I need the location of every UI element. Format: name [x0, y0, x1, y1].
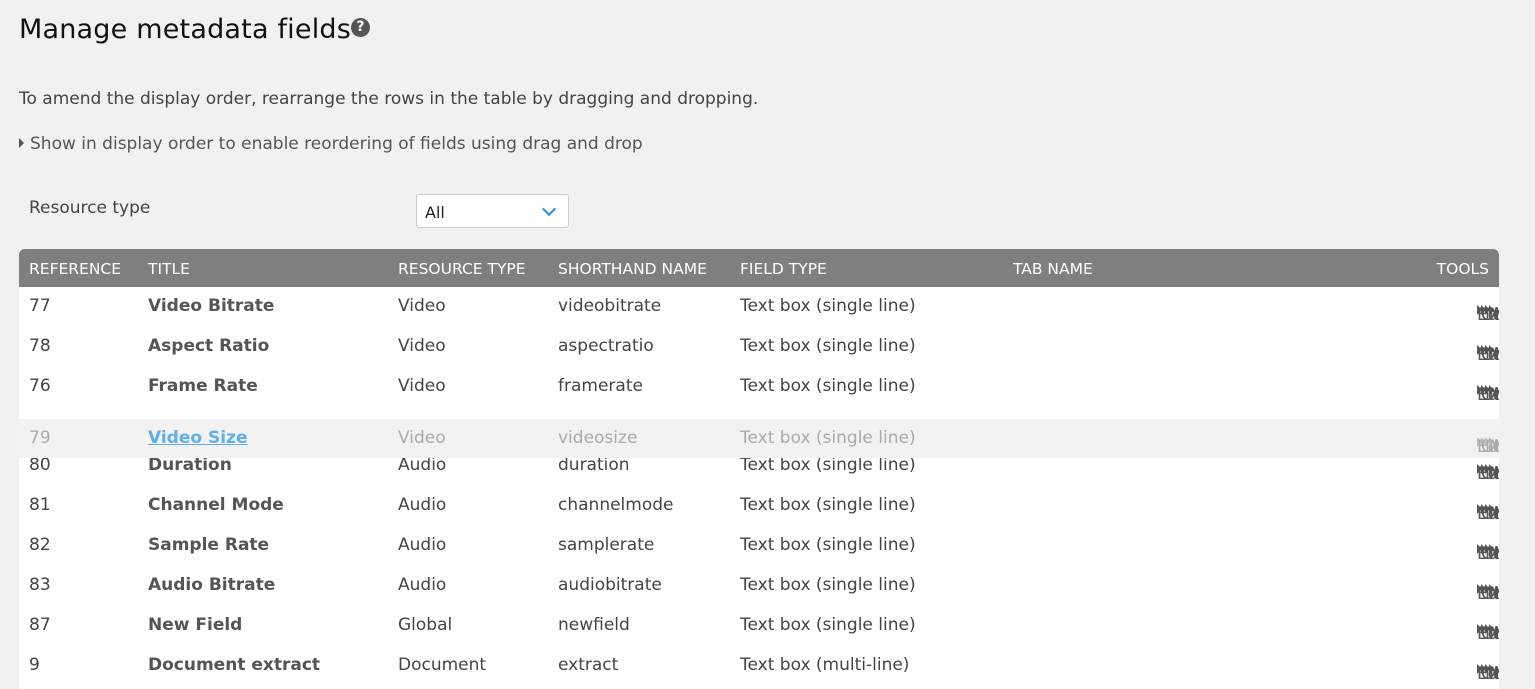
cell-tools: EditCopyMove upMove down	[1473, 615, 1499, 644]
table-row[interactable]: 9 Document extract Document extract Text…	[19, 646, 1499, 686]
cell-reference: 82	[29, 535, 51, 555]
tool-label: Move down	[1489, 664, 1499, 684]
cell-reference: 87	[29, 615, 51, 635]
cell-title[interactable]: Document extract	[148, 655, 320, 675]
toggle-label: Show in display order to enable reorderi…	[30, 134, 643, 154]
cell-reference: 80	[29, 455, 51, 475]
col-title[interactable]: TITLE	[148, 260, 190, 278]
col-resource-type[interactable]: RESOURCE TYPE	[398, 260, 526, 278]
table-row[interactable]: 77 Video Bitrate Video videobitrate Text…	[19, 287, 1499, 327]
page-title-text: Manage metadata fields	[19, 14, 351, 45]
cell-title[interactable]: Frame Rate	[148, 376, 258, 396]
cell-reference: 79	[29, 428, 51, 448]
cell-title[interactable]: Sample Rate	[148, 535, 269, 555]
table-row[interactable]: 81 Channel Mode Audio channelmode Text b…	[19, 486, 1499, 526]
cell-field-type: Text box (single line)	[740, 376, 916, 396]
cell-field-type: Text box (single line)	[740, 615, 916, 635]
cell-resource-type: Video	[398, 376, 446, 396]
cell-field-type: Text box (single line)	[740, 296, 916, 316]
cell-resource-type: Video	[398, 428, 446, 448]
chevron-down-icon	[541, 201, 557, 217]
cell-reference: 9	[29, 655, 40, 675]
col-tab-name[interactable]: TAB NAME	[1013, 260, 1093, 278]
cell-field-type: Text box (single line)	[740, 575, 916, 595]
cell-field-type: Text box (multi-line)	[740, 655, 910, 675]
cell-resource-type: Video	[398, 336, 446, 356]
cell-tools: EditCopyMove upMove down	[1473, 575, 1499, 604]
table-header: REFERENCE TITLE RESOURCE TYPE SHORTHAND …	[19, 249, 1499, 287]
cell-shorthand: audiobitrate	[558, 575, 662, 595]
cell-tools: EditCopyMove upMove down	[1473, 535, 1499, 564]
cell-shorthand: extract	[558, 655, 619, 675]
tool-label: Move down	[1489, 345, 1499, 365]
tool-label: Move down	[1489, 624, 1499, 644]
cell-tools: EditCopyMove upMove down	[1473, 655, 1499, 684]
col-shorthand-name[interactable]: SHORTHAND NAME	[558, 260, 707, 278]
table-row[interactable]: 87 New Field Global newfield Text box (s…	[19, 606, 1499, 646]
cell-title[interactable]: Aspect Ratio	[148, 336, 269, 356]
cell-field-type: Text box (single line)	[740, 535, 916, 555]
tool-label: Move down	[1489, 504, 1499, 524]
metadata-fields-table: REFERENCE TITLE RESOURCE TYPE SHORTHAND …	[19, 249, 1499, 689]
table-row[interactable]: 76 Frame Rate Video framerate Text box (…	[19, 367, 1499, 407]
cell-shorthand: framerate	[558, 376, 643, 396]
cell-resource-type: Audio	[398, 535, 447, 555]
page-title: Manage metadata fields?	[19, 14, 370, 45]
cell-resource-type: Audio	[398, 495, 447, 515]
cell-shorthand: videobitrate	[558, 296, 662, 316]
tool-label: Move down	[1489, 305, 1499, 325]
cell-shorthand: samplerate	[558, 535, 655, 555]
tool-label: Move down	[1489, 464, 1499, 484]
cell-shorthand: newfield	[558, 615, 630, 635]
tool-label: Move down	[1489, 584, 1499, 604]
tool-label: Move down	[1489, 385, 1499, 405]
cell-title[interactable]: Video Bitrate	[148, 296, 274, 316]
caret-right-icon	[19, 138, 24, 148]
col-field-type[interactable]: FIELD TYPE	[740, 260, 827, 278]
cell-shorthand: channelmode	[558, 495, 674, 515]
question-circle-icon[interactable]: ?	[351, 18, 370, 37]
col-reference[interactable]: REFERENCE	[29, 260, 121, 278]
cell-resource-type: Global	[398, 615, 453, 635]
dragged-row[interactable]: 79 Video Size Video videosize Text box (…	[19, 419, 1499, 458]
cell-field-type: Text box (single line)	[740, 336, 916, 356]
cell-reference: 76	[29, 376, 51, 396]
cell-tools: EditCopyMove upMove down	[1473, 296, 1499, 325]
cell-reference: 83	[29, 575, 51, 595]
cell-resource-type: Audio	[398, 575, 447, 595]
cell-title[interactable]: Channel Mode	[148, 495, 284, 515]
cell-reference: 81	[29, 495, 51, 515]
select-value: All	[425, 203, 445, 222]
tool-label: Move down	[1489, 544, 1499, 564]
cell-resource-type: Video	[398, 296, 446, 316]
cell-shorthand: videosize	[558, 428, 638, 448]
tool-label: Move down	[1489, 437, 1499, 457]
cell-resource-type: Document	[398, 655, 487, 675]
cell-title[interactable]: Audio Bitrate	[148, 575, 275, 595]
cell-field-type: Text box (single line)	[740, 455, 916, 475]
intro-text: To amend the display order, rearrange th…	[19, 89, 759, 109]
cell-shorthand: duration	[558, 455, 630, 475]
cell-shorthand: aspectratio	[558, 336, 654, 356]
resource-type-label: Resource type	[29, 198, 151, 218]
resource-type-select[interactable]: All	[416, 194, 569, 228]
cell-resource-type: Audio	[398, 455, 447, 475]
cell-tools: EditCopyMove upMove down	[1473, 455, 1499, 484]
cell-title[interactable]: Duration	[148, 455, 232, 475]
cell-field-type: Text box (single line)	[740, 428, 916, 448]
cell-title[interactable]: New Field	[148, 615, 242, 635]
cell-tools: EditCopyMove upMove down	[1473, 376, 1499, 405]
col-tools: TOOLS	[1436, 260, 1489, 278]
table-row[interactable]: 83 Audio Bitrate Audio audiobitrate Text…	[19, 566, 1499, 606]
display-order-toggle[interactable]: Show in display order to enable reorderi…	[19, 134, 643, 154]
table-row[interactable]: 82 Sample Rate Audio samplerate Text box…	[19, 526, 1499, 566]
cell-title[interactable]: Video Size	[148, 428, 247, 448]
cell-reference: 77	[29, 296, 51, 316]
table-row[interactable]: 78 Aspect Ratio Video aspectratio Text b…	[19, 327, 1499, 367]
cell-tools: EditCopyMove upMove down	[1473, 428, 1499, 457]
cell-tools: EditCopyMove upMove down	[1473, 336, 1499, 365]
cell-tools: EditCopyMove upMove down	[1473, 495, 1499, 524]
cell-field-type: Text box (single line)	[740, 495, 916, 515]
cell-reference: 78	[29, 336, 51, 356]
